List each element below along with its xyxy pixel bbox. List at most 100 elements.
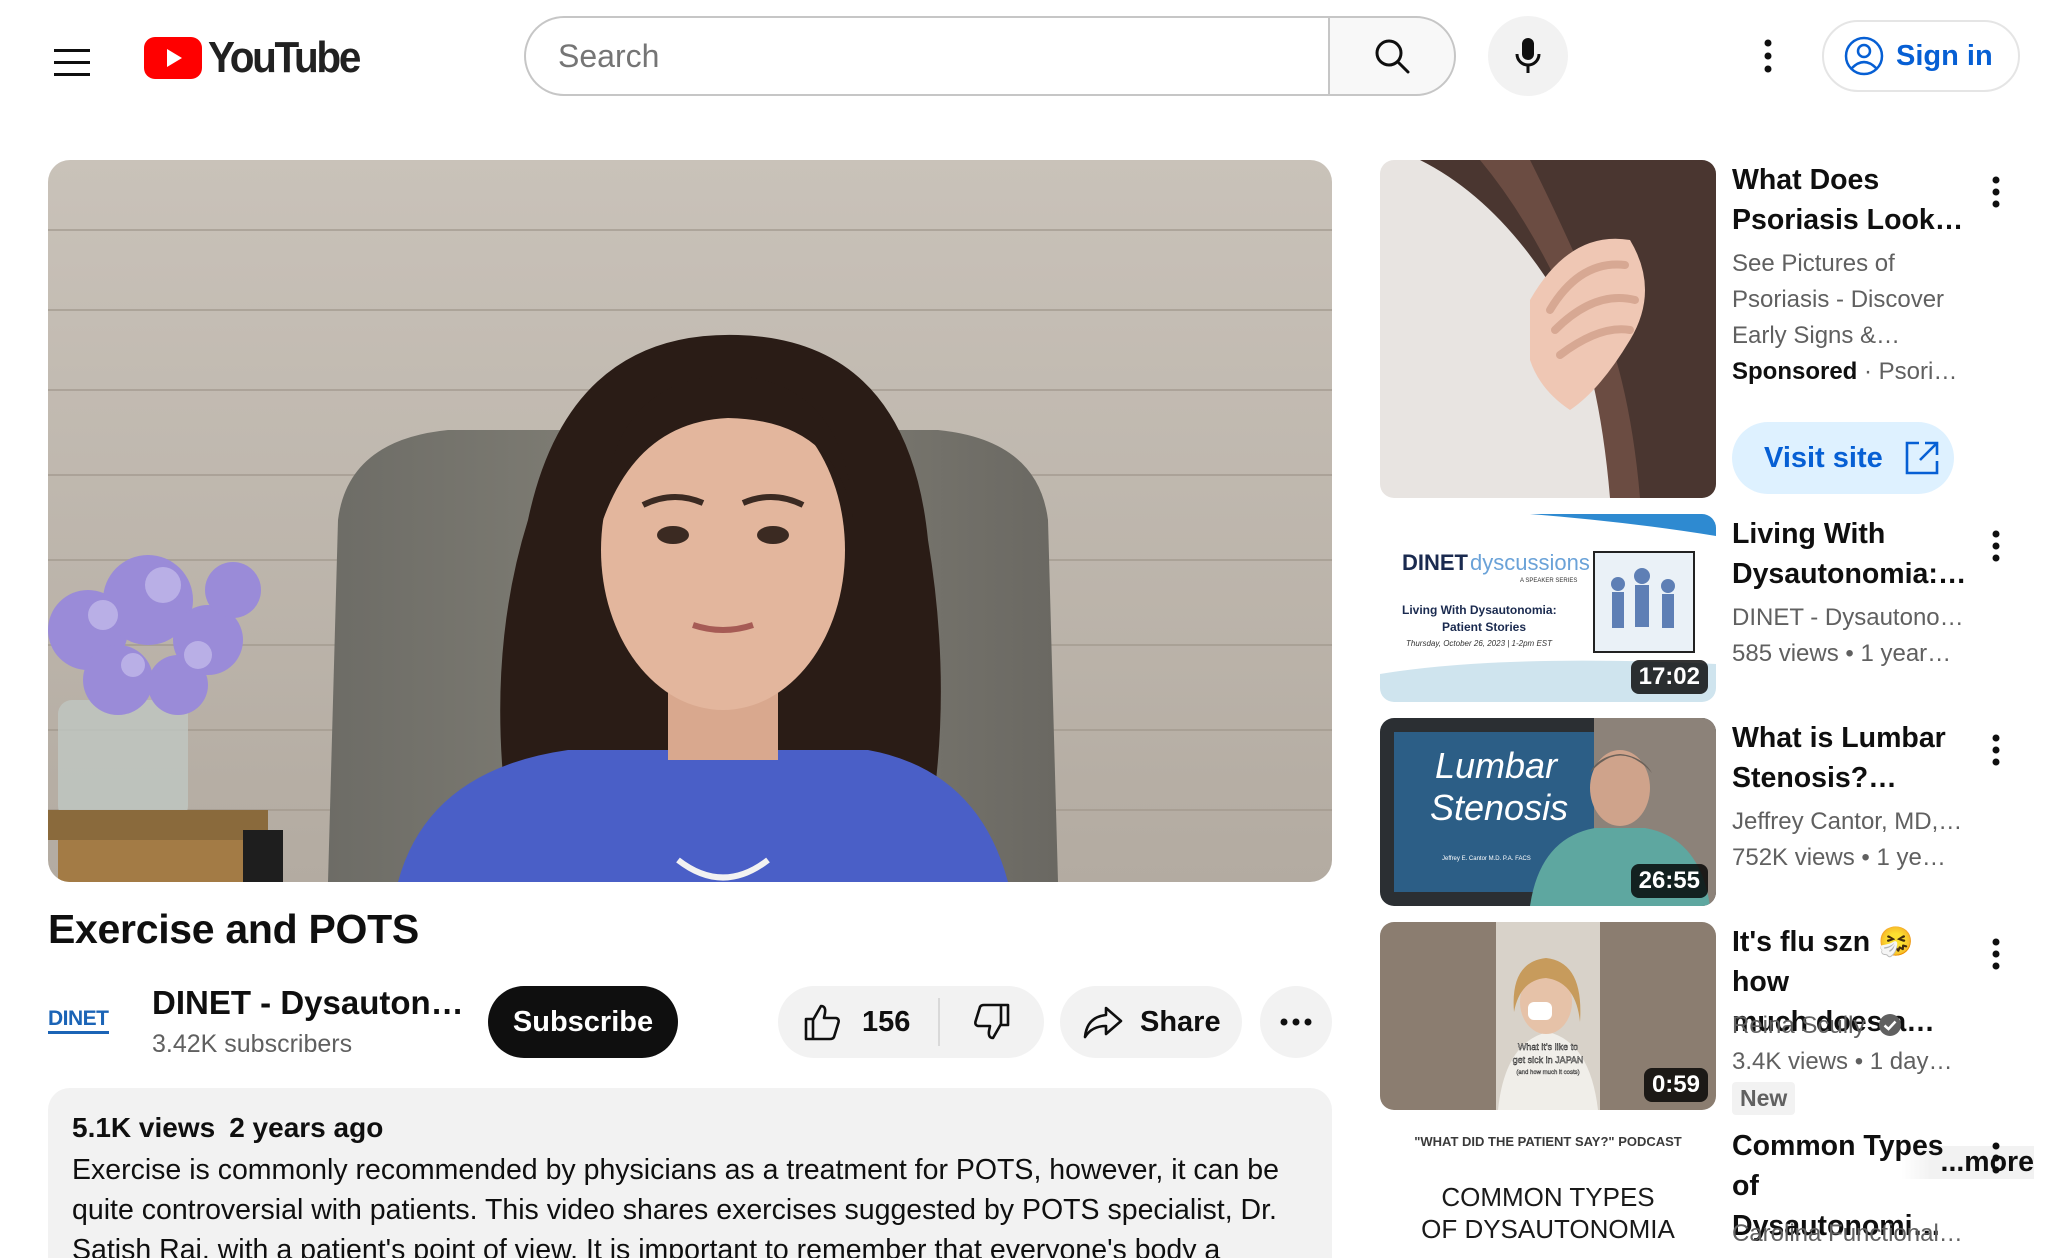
ad-thumbnail[interactable]	[1380, 160, 1716, 498]
video-menu-button[interactable]	[1972, 726, 2020, 774]
video-menu-button[interactable]	[1972, 1134, 2020, 1182]
like-count: 156	[862, 1005, 911, 1038]
visit-site-label: Visit site	[1764, 441, 1883, 474]
guide-menu-button[interactable]	[32, 22, 112, 102]
thumb-brand-suffix: dyscussions	[1470, 550, 1590, 575]
view-count: 5.1K views	[72, 1112, 216, 1143]
share-label: Share	[1140, 1005, 1221, 1038]
video-thumbnail[interactable]: DINET dyscussions A SPEAKER SERIES Livin…	[1380, 514, 1716, 702]
ad-description-line: Early Signs &…	[1732, 322, 1901, 349]
ad-sponsor-line: Sponsored · Psoria…	[1732, 354, 1968, 390]
visit-site-button[interactable]: Visit site	[1732, 422, 1954, 494]
video-title-line: Dysautonomia:…	[1732, 558, 1967, 590]
video-title[interactable]: What is Lumbar Stenosis?…	[1732, 718, 1964, 798]
hamburger-menu-icon	[54, 49, 90, 76]
channel-name[interactable]: DINET - Dysauton…	[152, 984, 464, 1022]
video-duration: 0:59	[1643, 1068, 1708, 1102]
recommended-video[interactable]: "WHAT DID THE PATIENT SAY?" PODCAST COMM…	[1380, 1126, 2020, 1258]
video-title: Exercise and POTS	[48, 906, 419, 952]
video-title-line: Common Types	[1732, 1130, 1944, 1162]
dislike-button[interactable]	[940, 986, 1044, 1058]
sponsored-ad[interactable]: What Does Psoriasis Look… See Pictures o…	[1380, 160, 2020, 500]
search-icon	[1375, 39, 1410, 74]
more-vert-icon	[1992, 938, 2000, 970]
subscribe-button[interactable]: Subscribe	[488, 986, 678, 1058]
ad-description-line: Psoriasis - Discover	[1732, 286, 1945, 313]
video-frame	[48, 160, 1332, 882]
video-menu-button[interactable]	[1972, 930, 2020, 978]
thumbs-down-icon	[974, 1003, 1010, 1040]
ad-menu-button[interactable]	[1972, 168, 2020, 216]
sign-in-label: Sign in	[1896, 39, 1993, 72]
more-vert-icon	[1764, 39, 1772, 73]
video-stats: 3.4K views • 1 day…	[1732, 1048, 1953, 1075]
channel-avatar[interactable]: DINET	[48, 994, 128, 1046]
video-thumbnail[interactable]: "WHAT DID THE PATIENT SAY?" PODCAST COMM…	[1380, 1126, 1716, 1258]
video-player[interactable]	[48, 160, 1332, 882]
ad-title[interactable]: What Does Psoriasis Look…	[1732, 160, 1964, 240]
search-button[interactable]	[1328, 16, 1456, 96]
thumb-series: A SPEAKER SERIES	[1520, 578, 1577, 584]
thumb-brand: DINET	[1402, 550, 1469, 575]
description-text: Exercise is commonly recommended by phys…	[72, 1154, 1280, 1258]
more-vert-icon	[1992, 530, 2000, 562]
ad-thumbnail-image	[1380, 160, 1716, 498]
more-actions-button[interactable]	[1260, 986, 1332, 1058]
channel-name[interactable]: Reina Scully	[1732, 1008, 1968, 1044]
video-duration: 17:02	[1630, 660, 1708, 694]
video-title[interactable]: Living With Dysautonomia:…	[1732, 514, 1967, 594]
channel-name[interactable]: DINET - Dysautono…	[1732, 600, 1968, 636]
search-box[interactable]	[524, 16, 1328, 96]
advertiser-name: Psoria…	[1878, 358, 1968, 385]
thumb-line: Living With Dysautonomia:	[1402, 603, 1557, 617]
like-dislike-pill: 156	[778, 986, 1044, 1058]
youtube-logo[interactable]: YouTube	[144, 33, 372, 83]
video-title-line: Living With	[1732, 518, 1886, 550]
upload-date: 2 years ago	[229, 1112, 384, 1143]
video-menu-button[interactable]	[1972, 522, 2020, 570]
recommended-video[interactable]: Lumbar Stenosis Jeffrey E. Cantor M.D. P…	[1380, 718, 2020, 908]
thumb-line: COMMON TYPES	[1441, 1182, 1654, 1212]
thumb-credit: Jeffrey E. Cantor M.D. P.A. FACS	[1442, 856, 1531, 862]
channel-avatar-logo: DINET	[48, 1007, 109, 1034]
more-horiz-icon	[1280, 1018, 1312, 1026]
subscriber-count: 3.42K subscribers	[152, 1030, 353, 1058]
video-thumbnail[interactable]: What it's like to get sick in JAPAN (and…	[1380, 922, 1716, 1110]
description-meta: 5.1K views 2 years ago	[72, 1112, 1308, 1144]
video-thumbnail[interactable]: Lumbar Stenosis Jeffrey E. Cantor M.D. P…	[1380, 718, 1716, 906]
channel-name[interactable]: Jeffrey Cantor, MD, …	[1732, 804, 1968, 840]
thumb-line: Lumbar	[1435, 745, 1559, 786]
more-vert-icon	[1992, 1142, 2000, 1174]
thumb-podcast: "WHAT DID THE PATIENT SAY?" PODCAST	[1414, 1134, 1682, 1149]
ad-description-line: See Pictures of	[1732, 250, 1895, 277]
settings-menu-button[interactable]	[1736, 16, 1800, 96]
more-vert-icon	[1992, 176, 2000, 208]
video-stats: 585 views • 1 year…	[1732, 640, 1952, 667]
sponsored-label: Sponsored	[1732, 358, 1858, 385]
share-button[interactable]: Share	[1060, 986, 1242, 1058]
description-box[interactable]: 5.1K views 2 years ago Exercise is common…	[48, 1088, 1332, 1258]
logo-wordmark: YouTube	[208, 33, 361, 82]
video-title-line: What is Lumbar	[1732, 722, 1946, 754]
thumb-line: Stenosis	[1430, 787, 1568, 828]
thumb-date: Thursday, October 26, 2023 | 1-2pm EST	[1406, 639, 1553, 648]
channel-name-text: Reina Scully	[1732, 1012, 1866, 1039]
open-in-new-icon	[1905, 441, 1939, 475]
thumb-line: Patient Stories	[1442, 620, 1526, 634]
recommended-video[interactable]: What it's like to get sick in JAPAN (and…	[1380, 922, 2020, 1122]
microphone-icon	[1515, 38, 1541, 73]
account-circle-icon	[1844, 36, 1884, 76]
masthead: YouTube Sign in	[0, 0, 2048, 112]
thumb-caption: (and how much it costs)	[1516, 1070, 1579, 1076]
share-icon	[1083, 1006, 1123, 1039]
recommended-video[interactable]: DINET dyscussions A SPEAKER SERIES Livin…	[1380, 514, 2020, 704]
new-badge: New	[1732, 1082, 1796, 1115]
search-input[interactable]	[558, 37, 1328, 75]
ad-title-line: What Does	[1732, 164, 1880, 196]
ad-title-line: Psoriasis Look…	[1732, 204, 1964, 236]
channel-name[interactable]: Carolina Functional…	[1732, 1216, 1968, 1252]
like-button[interactable]: 156	[778, 986, 938, 1058]
voice-search-button[interactable]	[1488, 16, 1568, 96]
more-vert-icon	[1992, 734, 2000, 766]
sign-in-button[interactable]: Sign in	[1822, 20, 2020, 92]
